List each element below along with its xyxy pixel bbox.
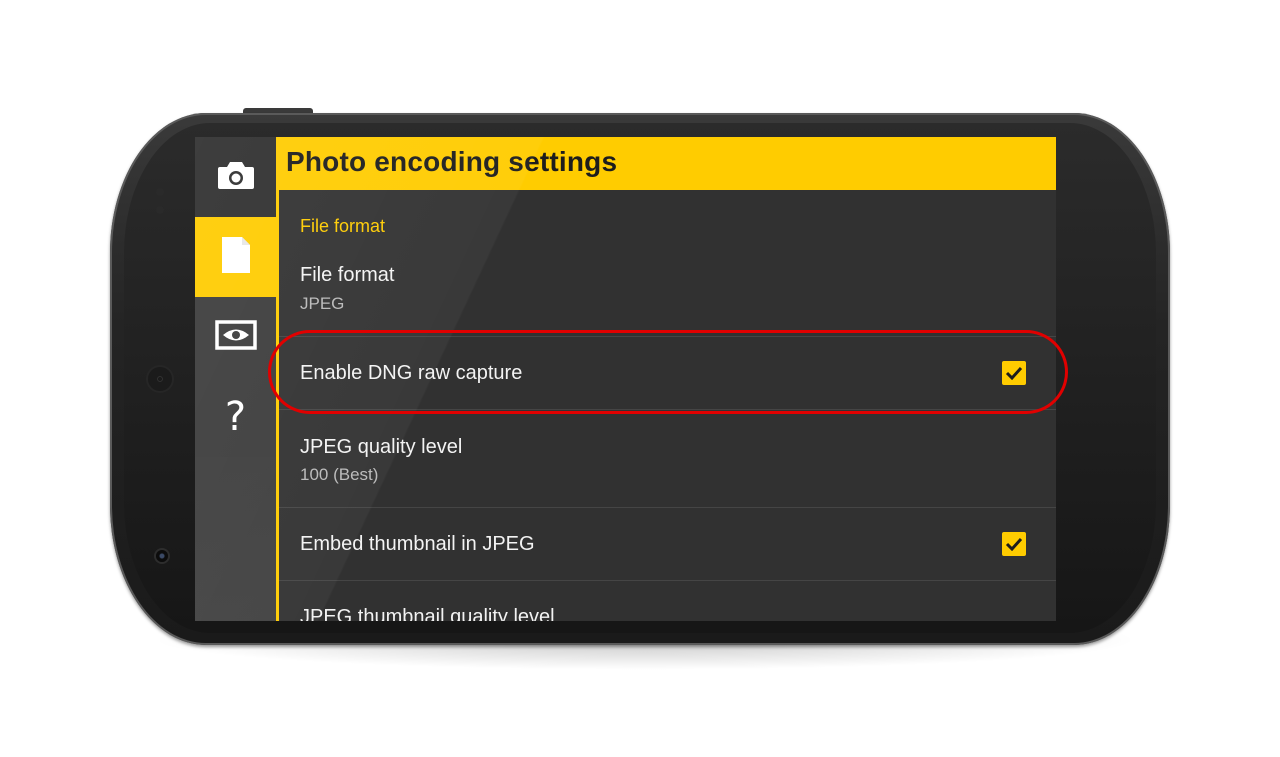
pref-title: JPEG quality level [300,436,463,458]
sidebar-item-view[interactable] [195,297,276,377]
category-header: File format [300,216,386,236]
sidebar-empty-area [195,457,276,621]
pref-title: File format [300,264,395,286]
sidebar-item-help[interactable]: ? [195,377,276,457]
pref-jpeg-quality[interactable]: JPEG quality level 100 (Best) [279,409,1056,508]
light-sensor [156,206,164,214]
sidebar-item-camera[interactable] [195,137,276,217]
eye-icon [214,319,257,355]
pref-thumbnail-quality[interactable]: JPEG thumbnail quality level [279,580,1056,621]
camera-icon [217,160,255,195]
sidebar-rail: ? [195,137,276,621]
embed-thumbnail-checkbox[interactable] [1002,532,1026,556]
pref-summary: 100 (Best) [300,465,379,484]
pref-summary: JPEG [300,294,345,313]
page-title: Photo encoding settings [286,146,618,177]
highlight-annotation-circle [268,330,1068,414]
proximity-sensor [156,188,164,196]
front-camera [156,550,168,562]
help-icon: ? [224,394,247,440]
pref-title: Embed thumbnail in JPEG [300,533,535,555]
checkmark-icon [1005,537,1023,551]
file-icon [221,236,251,279]
pref-file-format[interactable]: File format JPEG [279,242,1056,337]
pref-embed-thumbnail[interactable]: Embed thumbnail in JPEG [279,507,1056,581]
title-bar: Photo encoding settings [279,137,1056,190]
sidebar-item-encoding[interactable] [195,217,276,297]
pref-title: JPEG thumbnail quality level [300,606,555,621]
earpiece-speaker [148,367,172,391]
